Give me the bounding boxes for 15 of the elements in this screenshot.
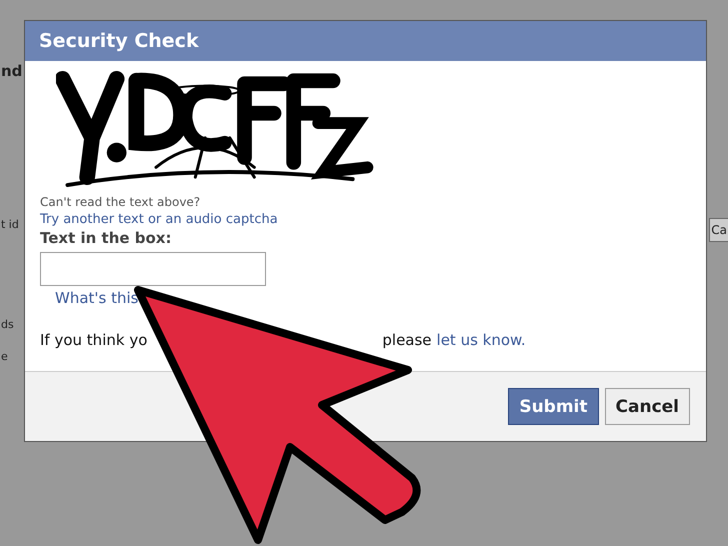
background-text: ds (1, 318, 14, 331)
note-text: If you think yo (40, 331, 148, 349)
background-text: t id (1, 218, 19, 231)
captcha-hint: Can't read the text above? (40, 195, 200, 209)
feedback-link[interactable]: let us know. (436, 331, 526, 349)
cancel-button[interactable]: Cancel (604, 388, 690, 425)
background-text: nd (1, 62, 22, 80)
captcha-link[interactable]: Try another text or an audio captcha (40, 212, 278, 227)
dialog-title: Security Check (39, 30, 199, 52)
input-field[interactable] (40, 252, 266, 286)
help-link[interactable]: What's this (55, 289, 138, 307)
submit-button[interactable]: Submit (508, 388, 599, 425)
background-text: e (1, 350, 8, 363)
field-label: Text in the box: (40, 229, 172, 247)
note-text: please (382, 331, 432, 349)
